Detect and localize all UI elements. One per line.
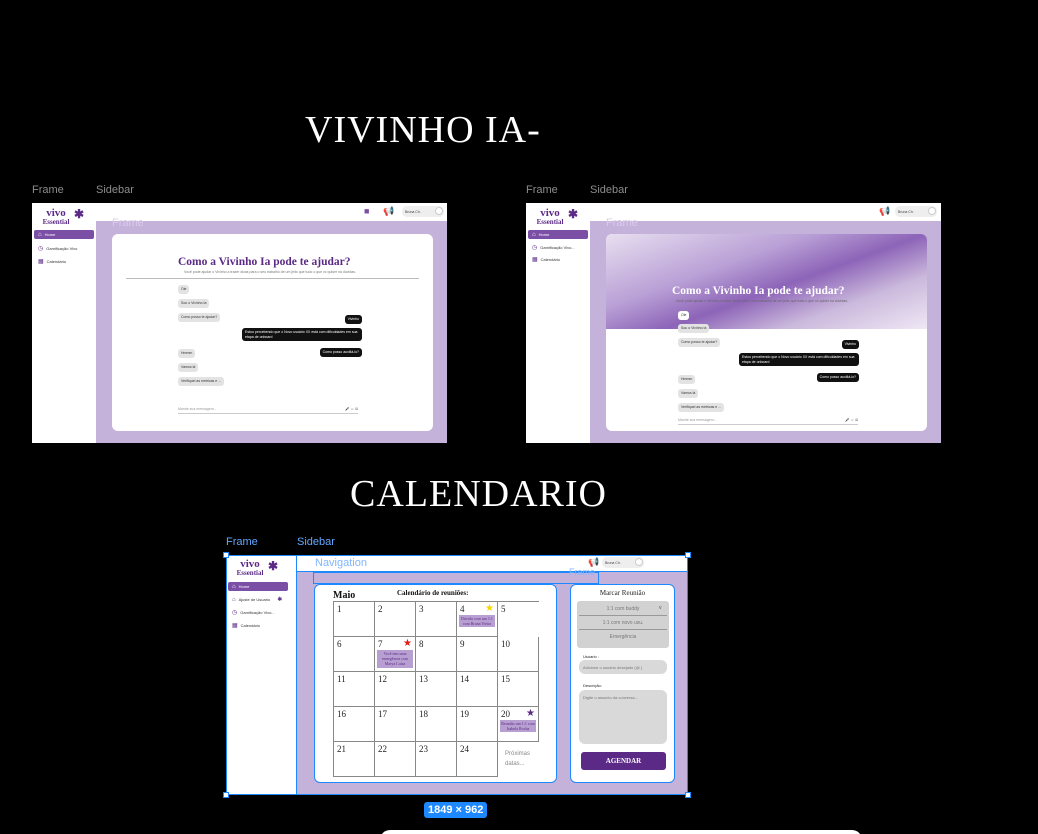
content-area: 📢 Bruna Ch. Frame Como a Vivinho Ia pode… [590,203,941,443]
sidebar-label-2[interactable]: Sidebar [590,184,628,196]
vivinho-section-title: VIVINHO IA- [305,109,541,151]
user-toggle[interactable]: Bruna Ch. [402,206,444,217]
chat-message: Como posso auxiliá-lo? [816,373,859,382]
chat-message: Como posso te ajudar? [678,338,721,347]
chat-title: Como a Vivinho Ia pode te ajudar? [178,256,351,268]
chat-subtitle: Você pode ajudar o Vivinho a trazer dica… [676,299,848,303]
frame-ghost-label: Frame [112,217,144,229]
frame-label-2[interactable]: Frame [526,184,558,196]
chat-card: Como a Vivinho Ia pode te ajudar? Você p… [112,234,433,431]
chat-message: Estou percebendo que o Novo usuário XX e… [242,328,362,342]
sidebar-item-calendario[interactable]: ▦ Calendário [528,255,588,264]
vivo-figure-icon: ✱ [74,207,85,221]
resize-handle-br[interactable] [685,792,691,798]
home-icon: ⌂ [38,231,42,238]
chat-card: Como a Vivinho Ia pode te ajudar? Você p… [606,234,927,431]
calendar-icon: ▦ [38,259,44,265]
content-area: ■ 📢 Bruna Ch. Frame Como a Vivinho Ia po… [96,203,447,443]
vivo-logo: vivo Essential [536,207,564,226]
vivinho-frame-1[interactable]: vivo Essential ✱ ⌂ Home ◷ Gamificação Vivo … [32,203,447,443]
clock-icon: ◷ [532,245,538,251]
selection-outline [226,555,688,795]
home-icon: ⌂ [532,231,536,238]
chat-message: Vamos lá [678,389,699,398]
sidebar-item-home[interactable]: ⌂ Home [528,230,588,239]
chat-message: Oie [178,285,190,294]
mic-icon[interactable]: 🎤 ☺ ⊠ [845,418,858,422]
chat-message: Vivinho [344,315,362,324]
sidebar-item-gamificacao[interactable]: ◷ Gamificação Vivo [34,244,94,253]
megaphone-icon[interactable]: 📢 [879,206,890,217]
clock-icon: ◷ [38,246,44,252]
chat-message: Como posso te ajudar? [178,313,221,322]
sidebar: vivo Essential ✱ ⌂ Home ◷ Gamificação Vivo.… [526,203,590,443]
vivo-logo: vivo Essential [42,207,70,226]
sidebar-item-home[interactable]: ⌂ Home [34,230,94,239]
chat-message: Estou percebendo que o Novo usuário XX e… [739,353,859,367]
resize-handle-tl[interactable] [223,552,229,558]
calendar-icon: ▦ [532,257,538,263]
megaphone-icon[interactable]: 📢 [383,206,394,217]
chat-message: Vivinho [841,340,859,349]
frame-label-3[interactable]: Frame [226,536,258,548]
sidebar: vivo Essential ✱ ⌂ Home ◷ Gamificação Vivo … [32,203,96,443]
chat-message: Hmmm [678,375,696,384]
chat-title: Como a Vivinho Ia pode te ajudar? [672,285,845,297]
chat-message: Hmmm [178,349,196,358]
chat-message: Sou o Vivinho Ia [178,299,210,308]
vivinho-frame-2[interactable]: vivo Essential ✱ ⌂ Home ◷ Gamificação Vivo.… [526,203,941,443]
user-toggle[interactable]: Bruna Ch. [895,206,937,217]
frame-label-1[interactable]: Frame [32,184,64,196]
chat-message: Vamos lá [178,363,199,372]
chat-message: Verifiquei as metricas e ... [178,377,225,386]
chat-message: Oie [678,311,690,320]
chat-input[interactable]: Mande sua mensagem... 🎤 ☺ ⊠ [178,404,358,414]
resize-handle-tr[interactable] [685,552,691,558]
sidebar-item-gamificacao[interactable]: ◷ Gamificação Vivo... [528,243,588,252]
chat-message: Como posso auxiliá-lo? [319,348,362,357]
size-badge: 1849 × 962 [424,802,488,818]
sidebar-label-3[interactable]: Sidebar [297,536,335,548]
folder-icon[interactable]: ■ [364,206,369,216]
sidebar-item-calendario[interactable]: ▦ Calendário [34,257,94,266]
resize-handle-bl[interactable] [223,792,229,798]
hero-banner [606,234,927,329]
sidebar-label-1[interactable]: Sidebar [96,184,134,196]
partial-frame-bottom [380,830,862,834]
chat-message: Sou o Vivinho Ia [678,324,710,333]
frame-ghost-label: Frame [606,217,638,229]
vivo-figure-icon: ✱ [568,207,579,221]
chat-input[interactable]: Mande sua mensagem... 🎤 ☺ ⊠ [678,415,858,425]
mic-icon[interactable]: 🎤 ☺ ⊠ [345,407,358,411]
chat-subtitle: Você pode ajudar o Vivinho a trazer dica… [184,270,356,274]
calendario-section-title: CALENDARIO [350,473,607,515]
chat-message: Verifiquei as metricas e ... [678,403,725,412]
